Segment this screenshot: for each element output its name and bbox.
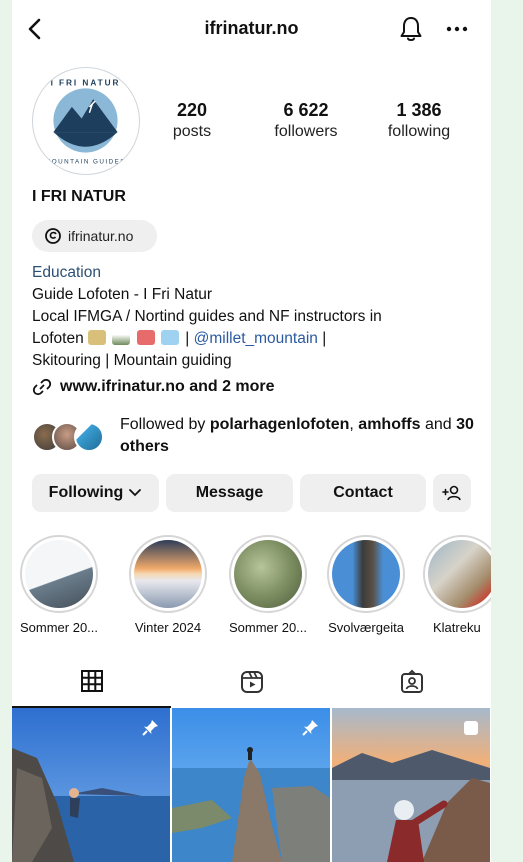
threads-icon [45,228,61,244]
mountain-emoji-icon [112,330,131,345]
post-thumbnail-3[interactable] [332,708,491,862]
multiple-posts-icon [464,721,478,735]
following-button[interactable]: Following [32,474,159,512]
highlight-1-label: Sommer 20... [19,620,99,635]
threads-badge[interactable]: ifrinatur.no [32,220,157,252]
following-count: 1 386 [396,100,442,120]
profile-tabs [12,656,491,708]
highlight-2-label: Vinter 2024 [134,620,202,635]
highlight-3-label: Sommer 20... [228,620,308,635]
followers-label: followers [274,123,338,140]
highlight-4-ring [327,535,405,613]
profile-name: I FRI NATUR [32,188,126,205]
follower-user-1[interactable]: polarhagenlofoten [210,416,350,433]
highlight-2[interactable]: Vinter 2024 [123,535,213,635]
link-text: www.ifrinatur.no and 2 more [60,378,275,395]
external-link[interactable]: www.ifrinatur.no and 2 more [32,377,275,397]
highlight-5-label: Klatreku [433,620,481,635]
highlight-1-cover [25,540,93,608]
add-person-icon [442,485,461,501]
highlight-3-cover [234,540,302,608]
add-person-button[interactable] [433,474,471,512]
followed-by-text: Followed by polarhagenlofoten, amhoffs a… [120,414,480,458]
highlight-2-ring [129,535,207,613]
mention-link[interactable]: @millet_mountain [194,330,318,347]
highlight-4-cover [332,540,400,608]
follower-user-2[interactable]: amhoffs [358,416,420,433]
avatar[interactable]: I FRI NATUR MOUNTAIN GUIDES [32,67,140,175]
post-thumbnail-2[interactable] [172,708,330,862]
highlight-1-ring [20,535,98,613]
snowflake-emoji-icon [160,330,179,345]
highlight-3-ring [229,535,307,613]
highlight-3[interactable]: Sommer 20... [223,535,313,635]
follower-avatar-3 [74,422,104,452]
highlight-5-cover [428,540,491,608]
contact-button[interactable]: Contact [300,474,426,512]
following-button-label: Following [48,484,124,501]
highlight-4[interactable]: Svolværgeita [321,535,411,635]
message-button-label: Message [195,484,264,501]
pin-icon [142,720,158,736]
reels-icon [240,671,263,693]
followed-and: and [424,416,452,433]
bio-line-3: Lofoten | @millet_mountain | [32,328,482,350]
bio-line-3-prefix: Lofoten [32,330,84,347]
bio-line-4: Skitouring | Mountain guiding [32,352,232,369]
message-button[interactable]: Message [166,474,293,512]
pin-icon [302,720,318,736]
posts-grid [12,708,491,862]
posts-label: posts [172,123,212,140]
highlight-1[interactable]: Sommer 20... [14,535,104,635]
following-label: following [387,123,451,140]
followed-by[interactable]: Followed by polarhagenlofoten, amhoffs a… [32,414,491,462]
tab-posts[interactable] [12,656,171,708]
logo-icon: I FRI NATUR MOUNTAIN GUIDES [36,71,135,170]
svg-text:I FRI NATUR: I FRI NATUR [51,79,121,88]
posts-count: 220 [176,100,208,120]
profile-screen: ifrinatur.no I FRI NATUR MOUNTAIN GUIDES… [12,0,491,862]
threads-handle: ifrinatur.no [68,228,134,244]
highlight-5[interactable]: Klatreku [419,535,491,635]
chevron-down-icon [129,489,142,497]
stat-posts[interactable]: 220 posts [137,100,247,141]
highlight-5-ring [423,535,491,613]
bio: Education Guide Lofoten - I Fri Natur Lo… [32,262,482,372]
posts-grid-icon [80,670,103,692]
followed-prefix: Followed by [120,416,206,433]
top-bar: ifrinatur.no [12,0,491,58]
bio-separator: | [185,330,190,347]
bell-icon[interactable] [398,15,424,43]
tab-tagged[interactable] [332,656,491,708]
contact-button-label: Contact [333,484,393,501]
followed-comma: , [349,416,354,433]
stat-following[interactable]: 1 386 following [364,100,474,141]
link-icon [32,378,52,396]
bio-line-2: Local IFMGA / Nortind guides and NF inst… [32,308,382,325]
followers-count: 6 622 [283,100,329,120]
category-label: Education [32,264,101,281]
highlight-2-cover [134,540,202,608]
tab-reels[interactable] [172,656,331,708]
more-horizontal-icon[interactable] [443,16,471,42]
svg-text:MOUNTAIN GUIDES: MOUNTAIN GUIDES [45,158,126,165]
post-thumbnail-1[interactable] [12,708,170,862]
highlight-4-label: Svolværgeita [328,620,404,635]
stat-followers[interactable]: 6 622 followers [251,100,361,141]
climber-emoji-icon [88,330,107,345]
bio-separator-end: | [322,330,327,347]
bio-line-1: Guide Lofoten - I Fri Natur [32,286,213,303]
skier-emoji-icon [136,330,155,345]
tagged-icon [400,669,423,693]
